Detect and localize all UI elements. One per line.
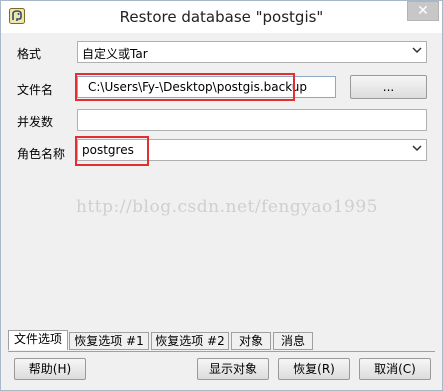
- chevron-down-icon: [412, 145, 422, 152]
- help-button[interactable]: 帮助(H): [14, 358, 86, 380]
- title-bar: Restore database "postgis" ✕: [1, 1, 442, 33]
- options-panel: 格式 自定义或Tar 文件名 C:\Users\Fy-\Desktop\post…: [8, 33, 435, 333]
- tab-strip: 文件选项 恢复选项 #1 恢复选项 #2 对象 消息: [8, 330, 435, 352]
- restore-button[interactable]: 恢复(R): [278, 358, 350, 380]
- format-select[interactable]: 自定义或Tar: [77, 41, 427, 63]
- tab-objects[interactable]: 对象: [231, 332, 271, 350]
- tab-file-options[interactable]: 文件选项: [8, 330, 68, 350]
- role-highlight-box: [75, 136, 149, 166]
- close-icon: ✕: [417, 3, 429, 19]
- browse-button[interactable]: ...: [350, 75, 427, 99]
- chevron-down-icon: [412, 47, 422, 54]
- filename-highlight-box: [75, 73, 295, 101]
- close-button[interactable]: ✕: [407, 1, 439, 21]
- jobs-label: 并发数: [17, 115, 54, 129]
- watermark-text: http://blog.csdn.net/fengyao1995: [76, 197, 378, 217]
- dialog-title: Restore database "postgis": [119, 8, 324, 26]
- filename-label: 文件名: [17, 83, 54, 97]
- tab-restore-options-2[interactable]: 恢复选项 #2: [151, 332, 229, 350]
- restore-dialog: Restore database "postgis" ✕ 格式 自定义或Tar …: [0, 0, 443, 391]
- tab-messages[interactable]: 消息: [273, 332, 313, 350]
- format-label: 格式: [17, 47, 42, 61]
- role-label: 角色名称: [17, 147, 66, 161]
- format-value: 自定义或Tar: [82, 47, 148, 61]
- tab-restore-options-1[interactable]: 恢复选项 #1: [69, 332, 149, 350]
- jobs-input[interactable]: [77, 109, 427, 131]
- tab-divider: [8, 351, 435, 352]
- show-objects-button[interactable]: 显示对象: [197, 358, 269, 380]
- cancel-button[interactable]: 取消(C): [359, 358, 431, 380]
